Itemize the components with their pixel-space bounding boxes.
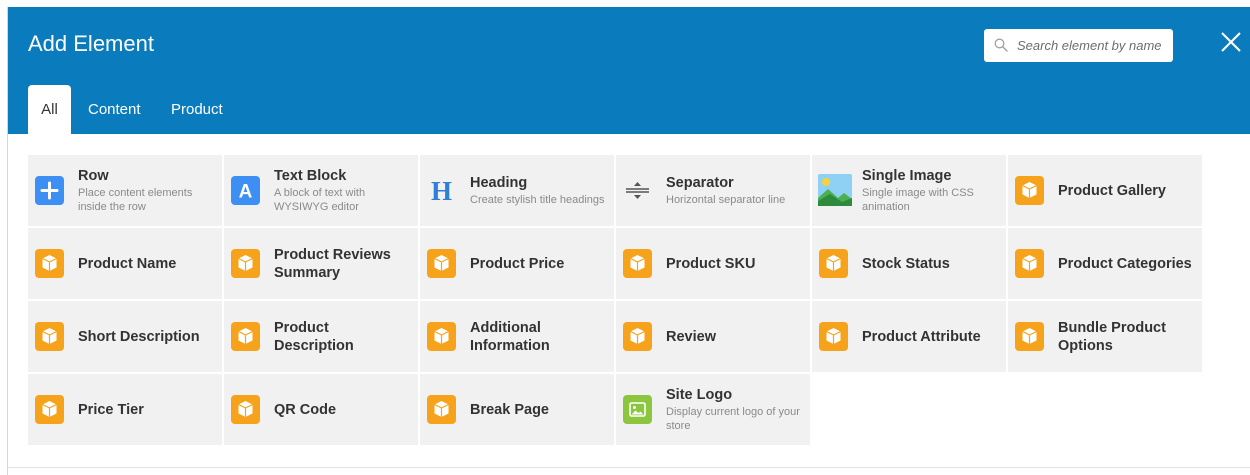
element-row[interactable]: Row Place content elements inside the row bbox=[28, 155, 222, 226]
tab-content[interactable]: Content bbox=[88, 85, 141, 134]
element-name: Break Page bbox=[470, 401, 549, 418]
element-name: Review bbox=[666, 328, 716, 345]
element-desc: Place content elements inside the row bbox=[78, 187, 193, 213]
element-break-page[interactable]: Break Page bbox=[420, 374, 614, 445]
box-icon bbox=[35, 249, 64, 278]
close-icon[interactable] bbox=[1217, 28, 1245, 56]
element-name: Product Reviews Summary bbox=[274, 246, 391, 281]
element-product-price[interactable]: Product Price bbox=[420, 228, 614, 299]
box-icon bbox=[819, 249, 848, 278]
element-name: Product Gallery bbox=[1058, 182, 1166, 199]
modal-header: Add Element All Content Product bbox=[8, 7, 1250, 134]
divider bbox=[8, 467, 1250, 468]
letter-h-icon: H bbox=[427, 176, 456, 205]
element-name: Separator bbox=[666, 175, 734, 191]
landscape-image-icon bbox=[818, 174, 852, 206]
element-heading[interactable]: H Heading Create stylish title headings bbox=[420, 155, 614, 226]
element-review[interactable]: Review bbox=[616, 301, 810, 372]
element-name: Product SKU bbox=[666, 255, 756, 272]
element-name: Additional Information bbox=[470, 319, 550, 354]
box-icon bbox=[231, 249, 260, 278]
element-product-sku[interactable]: Product SKU bbox=[616, 228, 810, 299]
element-name: Product Categories bbox=[1058, 255, 1192, 272]
box-icon bbox=[623, 322, 652, 351]
element-price-tier[interactable]: Price Tier bbox=[28, 374, 222, 445]
element-name: Text Block bbox=[274, 168, 347, 184]
plus-icon bbox=[35, 176, 64, 205]
element-desc: A block of text with WYSIWYG editor bbox=[274, 187, 366, 213]
element-name: Product Attribute bbox=[862, 328, 981, 345]
element-product-gallery[interactable]: Product Gallery bbox=[1008, 155, 1202, 226]
box-icon bbox=[427, 322, 456, 351]
element-site-logo[interactable]: Site Logo Display current logo of your st… bbox=[616, 374, 810, 445]
element-name: QR Code bbox=[274, 401, 337, 418]
box-icon bbox=[1015, 249, 1044, 278]
element-name: Product Price bbox=[470, 255, 565, 272]
box-icon bbox=[819, 322, 848, 351]
element-qr-code[interactable]: QR Code bbox=[224, 374, 418, 445]
element-name: Site Logo bbox=[666, 387, 733, 403]
box-icon bbox=[427, 395, 456, 424]
element-product-categories[interactable]: Product Categories bbox=[1008, 228, 1202, 299]
element-product-reviews-summary[interactable]: Product Reviews Summary bbox=[224, 228, 418, 299]
box-icon bbox=[1015, 176, 1044, 205]
search-box[interactable] bbox=[984, 29, 1173, 62]
add-element-modal: Add Element All Content Product Row Place… bbox=[7, 7, 1250, 475]
modal-title: Add Element bbox=[28, 31, 154, 56]
element-product-description[interactable]: Product Description bbox=[224, 301, 418, 372]
svg-text:H: H bbox=[431, 176, 452, 205]
element-short-description[interactable]: Short Description bbox=[28, 301, 222, 372]
tab-all[interactable]: All bbox=[28, 85, 71, 134]
element-name: Bundle Product Options bbox=[1058, 319, 1166, 354]
element-bundle-product-options[interactable]: Bundle Product Options bbox=[1008, 301, 1202, 372]
element-name: Product Description bbox=[274, 319, 354, 354]
element-name: Row bbox=[78, 168, 109, 184]
element-product-name[interactable]: Product Name bbox=[28, 228, 222, 299]
element-product-attribute[interactable]: Product Attribute bbox=[812, 301, 1006, 372]
element-name: Stock Status bbox=[862, 255, 950, 272]
box-icon bbox=[35, 322, 64, 351]
element-desc: Display current logo of your store bbox=[666, 406, 800, 432]
letter-a-icon: A bbox=[231, 176, 260, 205]
element-additional-information[interactable]: Additional Information bbox=[420, 301, 614, 372]
element-single-image[interactable]: Single Image Single image with CSS animat… bbox=[812, 155, 1006, 226]
tab-product[interactable]: Product bbox=[171, 85, 223, 134]
element-name: Price Tier bbox=[78, 401, 144, 418]
box-icon bbox=[623, 249, 652, 278]
box-icon bbox=[1015, 322, 1044, 351]
element-desc: Create stylish title headings bbox=[470, 194, 605, 206]
element-grid: Row Place content elements inside the row… bbox=[28, 155, 1204, 445]
element-desc: Horizontal separator line bbox=[666, 194, 786, 206]
box-icon bbox=[231, 322, 260, 351]
search-icon bbox=[994, 38, 1008, 52]
svg-text:A: A bbox=[239, 182, 253, 203]
element-name: Single Image bbox=[862, 168, 952, 184]
search-input[interactable] bbox=[1017, 29, 1167, 62]
logo-image-icon bbox=[623, 395, 652, 424]
element-name: Short Description bbox=[78, 328, 200, 345]
box-icon bbox=[231, 395, 260, 424]
element-stock-status[interactable]: Stock Status bbox=[812, 228, 1006, 299]
box-icon bbox=[35, 395, 64, 424]
box-icon bbox=[427, 249, 456, 278]
element-desc: Single image with CSS animation bbox=[862, 187, 974, 213]
element-name: Product Name bbox=[78, 255, 177, 272]
separator-icon bbox=[623, 176, 652, 205]
element-text-block[interactable]: A Text Block A block of text with WYSIWYG… bbox=[224, 155, 418, 226]
element-name: Heading bbox=[470, 175, 528, 191]
element-separator[interactable]: Separator Horizontal separator line bbox=[616, 155, 810, 226]
